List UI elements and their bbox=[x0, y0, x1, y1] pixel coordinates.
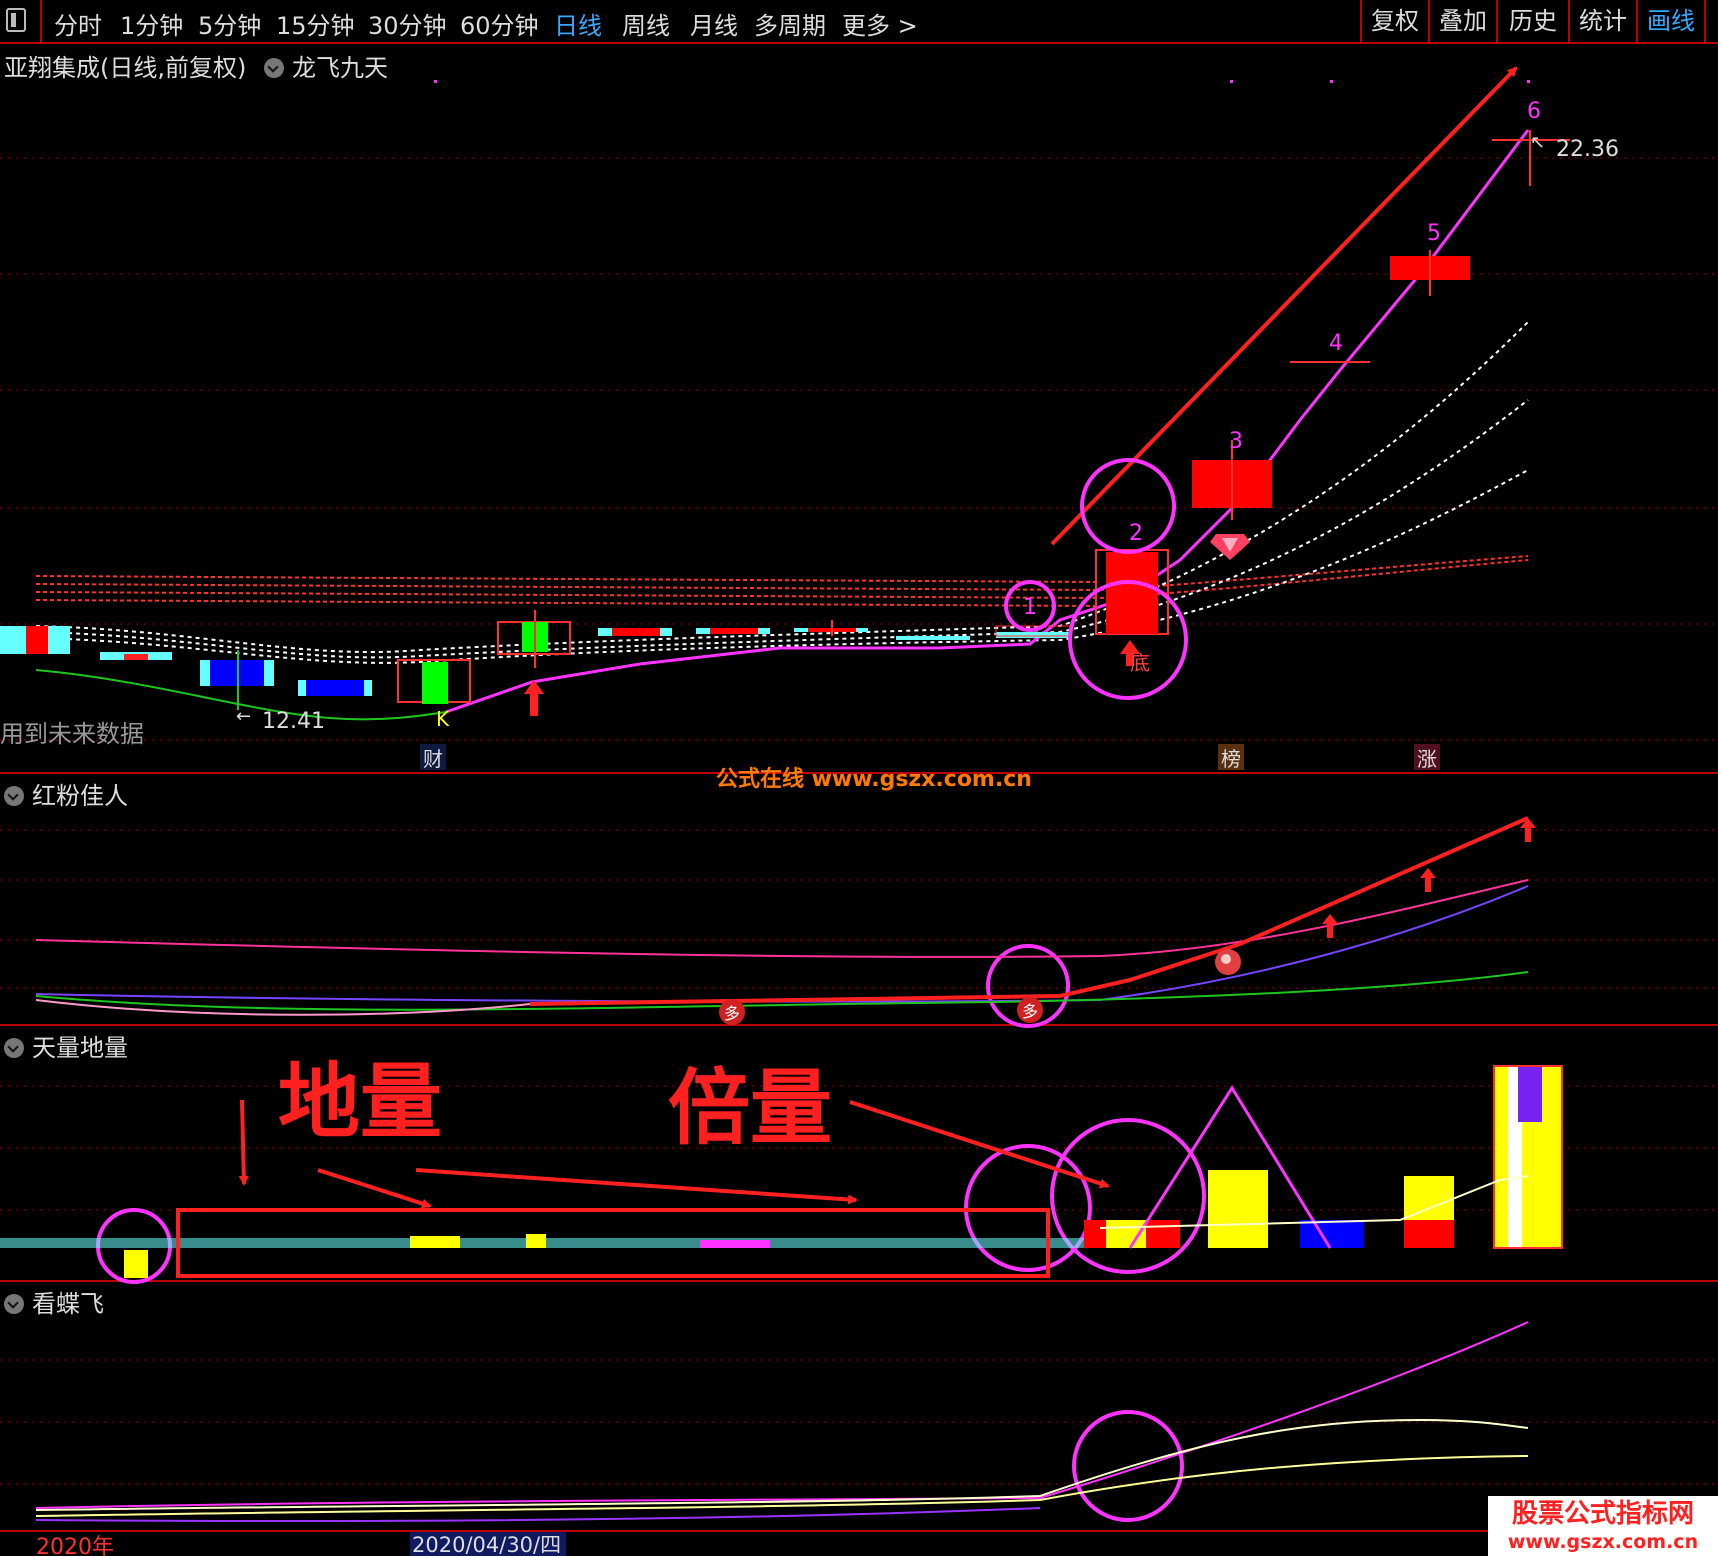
buy-arrows bbox=[524, 640, 1140, 716]
wave-4: 4 bbox=[1329, 331, 1343, 356]
brand-url: www.gszx.com.cn bbox=[1508, 1531, 1698, 1553]
bang-marker: 榜 bbox=[1221, 747, 1241, 771]
signal-dots bbox=[434, 80, 1530, 83]
k-marker: K bbox=[436, 707, 450, 731]
panel2-badges: 多 多 bbox=[719, 949, 1241, 1025]
trend-line bbox=[445, 129, 1530, 714]
future-data-warning: 用到未来数据 bbox=[0, 720, 144, 748]
wave-5: 5 bbox=[1427, 221, 1441, 246]
wave-3: 3 bbox=[1229, 429, 1243, 454]
price-high-arrow-icon: ↖ bbox=[1530, 132, 1545, 153]
highlight-circles-main bbox=[96, 458, 1206, 1522]
price-low-arrow-icon: ← bbox=[236, 706, 251, 727]
cai-marker: 财 bbox=[423, 747, 443, 771]
ground-volume-annotation: 地量 bbox=[278, 1055, 442, 1150]
wave-1: 1 bbox=[1023, 595, 1037, 620]
price-low-label: 12.41 bbox=[262, 709, 325, 734]
panel4-lines bbox=[35, 1321, 1529, 1522]
di-marker: 底 bbox=[1130, 651, 1150, 675]
double-volume-annotation: 倍量 bbox=[668, 1061, 832, 1156]
year-label: 2020年 bbox=[36, 1535, 114, 1556]
candles bbox=[0, 130, 1570, 710]
brand-name: 股票公式指标网 bbox=[1512, 1499, 1694, 1529]
price-high-label: 22.36 bbox=[1556, 137, 1619, 162]
panel2-lines bbox=[35, 816, 1529, 1016]
zhang-marker: 涨 bbox=[1417, 747, 1437, 771]
wave-6: 6 bbox=[1527, 99, 1541, 124]
watermark-text: 公式在线 www.gszx.com.cn bbox=[716, 766, 1032, 792]
duo-badge-2: 多 bbox=[1022, 1002, 1038, 1021]
chart-canvas[interactable]: 1 2 3 4 5 6 22.36 ↖ 12.41 ← K 底 用到未来数据 财… bbox=[0, 0, 1718, 1556]
moving-averages bbox=[35, 321, 1529, 664]
resistance-bands bbox=[35, 555, 1529, 607]
gem-icon bbox=[1210, 534, 1250, 560]
duo-badge-1: 多 bbox=[724, 1004, 740, 1023]
wave-2: 2 bbox=[1129, 521, 1143, 546]
trend-arrow bbox=[1050, 66, 1518, 546]
main-grid bbox=[0, 157, 1718, 1485]
cursor-date: 2020/04/30/四 bbox=[412, 1533, 561, 1556]
